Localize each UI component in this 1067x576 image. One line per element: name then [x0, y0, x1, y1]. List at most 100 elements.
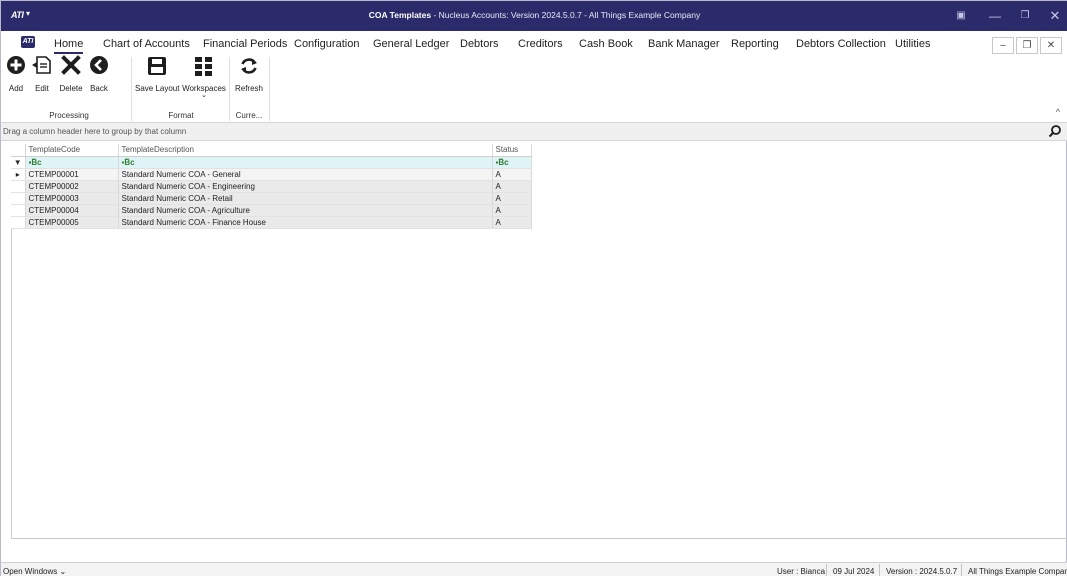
- ribbon: Add Edit Delete Back Processing Save Lay…: [1, 55, 1067, 123]
- row-indicator-header: [11, 144, 26, 157]
- group-label-format: Format: [168, 111, 194, 120]
- title-bar: ATI ▾ COA Templates - Nucleus Accounts: …: [1, 1, 1067, 31]
- refresh-icon: [241, 58, 257, 74]
- tab-home[interactable]: Home: [54, 38, 84, 54]
- save-layout-icon: [148, 57, 166, 75]
- grid-header-row: TemplateCode TemplateDescription Status: [11, 144, 532, 157]
- edit-document-icon: [32, 56, 51, 74]
- window-maximize-button[interactable]: ❐: [1011, 7, 1039, 25]
- row-indicator: [11, 216, 26, 229]
- cell-templatedescription[interactable]: Standard Numeric COA - Agriculture: [118, 204, 493, 217]
- edit-label: Edit: [35, 84, 49, 93]
- status-date: 09 Jul 2024: [833, 567, 875, 576]
- window-minimize-button[interactable]: —: [981, 7, 1009, 25]
- window-title-document: COA Templates: [368, 10, 432, 20]
- cell-templatedescription[interactable]: Standard Numeric COA - Engineering: [118, 180, 493, 193]
- group-label-processing: Processing: [49, 111, 89, 120]
- workspaces-button[interactable]: Workspaces ⌄: [181, 55, 227, 99]
- application-menu-button[interactable]: ATI: [21, 36, 35, 48]
- tab-reporting[interactable]: Reporting: [731, 38, 779, 50]
- group-by-panel[interactable]: Drag a column header here to group by th…: [1, 123, 1067, 141]
- group-by-hint: Drag a column header here to group by th…: [3, 127, 187, 136]
- auto-filter-row: ▼ ▪B̅c ▪B̅c ▪B̅c: [11, 156, 532, 169]
- refresh-label: Refresh: [234, 84, 263, 93]
- cell-templatecode[interactable]: CTEMP00004: [25, 204, 119, 217]
- window-title: COA Templates - Nucleus Accounts: Versio…: [1, 10, 1067, 20]
- filter-cell-templatedescription[interactable]: ▪B̅c: [118, 156, 493, 169]
- back-circle-icon: [90, 56, 108, 74]
- window-title-app: - Nucleus Accounts: Version 2024.5.0.7 -…: [431, 10, 701, 20]
- tab-configuration[interactable]: Configuration: [294, 38, 359, 50]
- delete-button[interactable]: Delete: [57, 55, 85, 93]
- table-row[interactable]: CTEMP00005 Standard Numeric COA - Financ…: [11, 216, 532, 229]
- status-version: Version : 2024.5.0.7: [886, 567, 958, 576]
- column-header-templatedescription[interactable]: TemplateDescription: [118, 144, 493, 157]
- plus-circle-icon: [7, 56, 25, 74]
- status-divider: [879, 564, 880, 576]
- add-button[interactable]: Add: [5, 55, 27, 93]
- row-indicator: [11, 204, 26, 217]
- save-layout-label: Save Layout: [135, 84, 180, 93]
- coa-templates-grid: TemplateCode TemplateDescription Status …: [11, 144, 532, 229]
- mdi-restore-button[interactable]: ❐: [1016, 37, 1038, 54]
- tab-debtors-collection[interactable]: Debtors Collection: [796, 38, 886, 50]
- delete-label: Delete: [59, 84, 83, 93]
- mdi-close-button[interactable]: ✕: [1040, 37, 1062, 54]
- cell-templatedescription[interactable]: Standard Numeric COA - Finance House: [118, 216, 493, 229]
- cell-templatecode[interactable]: CTEMP00001: [25, 168, 119, 181]
- refresh-button[interactable]: Refresh: [233, 55, 265, 93]
- status-divider: [826, 564, 827, 576]
- status-divider: [961, 564, 962, 576]
- back-label: Back: [90, 84, 108, 93]
- row-indicator: [11, 180, 26, 193]
- table-row[interactable]: ▸ CTEMP00001 Standard Numeric COA - Gene…: [11, 168, 532, 181]
- ribbon-display-options-icon[interactable]: ▣: [947, 7, 975, 25]
- grid-bottom-border: [11, 538, 1067, 539]
- open-windows-menu[interactable]: Open Windows ⌄: [3, 567, 66, 576]
- cell-status[interactable]: A: [492, 180, 532, 193]
- add-label: Add: [8, 84, 24, 93]
- filter-cell-templatecode[interactable]: ▪B̅c: [25, 156, 119, 169]
- save-layout-button[interactable]: Save Layout: [135, 55, 179, 93]
- status-company: All Things Example Company: [968, 567, 1067, 576]
- status-bar: Open Windows ⌄ User : Bianca 09 Jul 2024…: [1, 562, 1067, 576]
- cell-status[interactable]: A: [492, 168, 532, 181]
- column-header-status[interactable]: Status: [492, 144, 532, 157]
- filter-cell-status[interactable]: ▪B̅c: [492, 156, 532, 169]
- cell-templatedescription[interactable]: Standard Numeric COA - Retail: [118, 192, 493, 205]
- current-row-indicator-icon: ▸: [11, 168, 26, 181]
- tab-cash-book[interactable]: Cash Book: [579, 38, 633, 50]
- ribbon-group-divider: [229, 57, 230, 121]
- tab-debtors[interactable]: Debtors: [460, 38, 499, 50]
- search-icon[interactable]: [1048, 124, 1062, 138]
- tab-financial-periods[interactable]: Financial Periods: [203, 38, 287, 50]
- app-window: ATI ▾ COA Templates - Nucleus Accounts: …: [0, 0, 1067, 576]
- mdi-minimize-button[interactable]: –: [992, 37, 1014, 54]
- back-button[interactable]: Back: [87, 55, 111, 93]
- cell-templatedescription[interactable]: Standard Numeric COA - General: [118, 168, 493, 181]
- window-close-button[interactable]: ✕: [1041, 7, 1067, 25]
- cell-templatecode[interactable]: CTEMP00003: [25, 192, 119, 205]
- ribbon-tabs: ATI Home Chart of Accounts Financial Per…: [1, 31, 1067, 55]
- tab-general-ledger[interactable]: General Ledger: [373, 38, 449, 50]
- cell-status[interactable]: A: [492, 192, 532, 205]
- cell-templatecode[interactable]: CTEMP00002: [25, 180, 119, 193]
- cell-status[interactable]: A: [492, 216, 532, 229]
- cell-status[interactable]: A: [492, 204, 532, 217]
- tab-bank-manager[interactable]: Bank Manager: [648, 38, 720, 50]
- status-user: User : Bianca: [777, 567, 826, 576]
- tab-creditors[interactable]: Creditors: [518, 38, 563, 50]
- cell-templatecode[interactable]: CTEMP00005: [25, 216, 119, 229]
- tab-chart-of-accounts[interactable]: Chart of Accounts: [103, 38, 190, 50]
- column-header-templatecode[interactable]: TemplateCode: [25, 144, 119, 157]
- edit-button[interactable]: Edit: [29, 55, 55, 93]
- table-row[interactable]: CTEMP00002 Standard Numeric COA - Engine…: [11, 180, 532, 193]
- table-row[interactable]: CTEMP00004 Standard Numeric COA - Agricu…: [11, 204, 532, 217]
- ribbon-group-divider: [269, 57, 270, 121]
- row-indicator: [11, 192, 26, 205]
- ribbon-group-divider: [131, 57, 132, 121]
- table-row[interactable]: CTEMP00003 Standard Numeric COA - Retail…: [11, 192, 532, 205]
- grid-icon: [195, 57, 212, 76]
- tab-utilities[interactable]: Utilities: [895, 38, 930, 50]
- collapse-ribbon-icon[interactable]: ^: [1056, 107, 1060, 117]
